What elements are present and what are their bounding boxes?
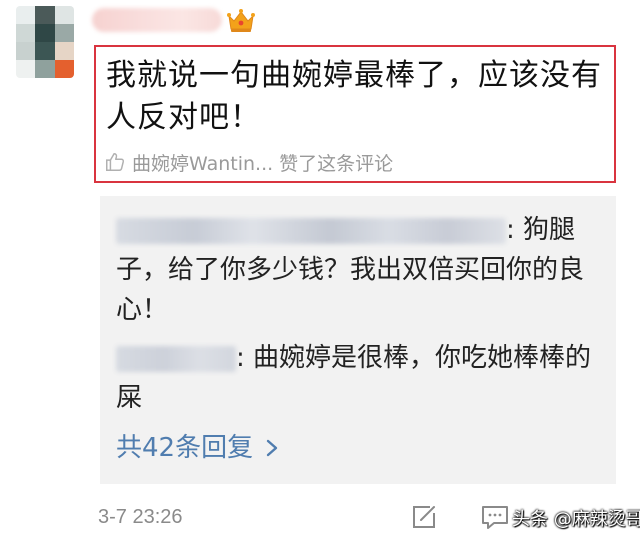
- chevron-right-icon: [266, 439, 278, 457]
- username[interactable]: [92, 8, 222, 32]
- like-text: 曲婉婷Wantin... 赞了这条评论: [132, 152, 394, 175]
- reply-username[interactable]: [116, 345, 236, 372]
- more-replies-label: 共42条回复: [116, 433, 254, 463]
- comment-icon[interactable]: [480, 503, 510, 531]
- like-row[interactable]: 曲婉婷Wantin... 赞了这条评论: [104, 147, 393, 177]
- edit-icon[interactable]: [410, 503, 438, 531]
- comment-text: 我就说一句曲婉婷最棒了，应该没有人反对吧！: [106, 58, 602, 135]
- more-replies-link[interactable]: 共42条回复: [116, 428, 281, 468]
- thumbs-up-icon: [106, 153, 125, 171]
- timestamp: 3-7 23:26: [98, 506, 183, 528]
- highlighted-comment: 我就说一句曲婉婷最棒了，应该没有人反对吧！ 曲婉婷Wantin... 赞了这条评…: [94, 45, 616, 183]
- watermark: 头条 @麻辣烫哥: [512, 509, 640, 530]
- avatar[interactable]: [16, 6, 74, 78]
- replies-panel: : 狗腿子，给了你多少钱？我出双倍买回你的良心！ : 曲婉婷是很棒，你吃她棒棒的…: [100, 196, 616, 484]
- reply-username[interactable]: [116, 217, 506, 244]
- reply-item[interactable]: : 曲婉婷是很棒，你吃她棒棒的屎: [116, 338, 606, 418]
- reply-item[interactable]: : 狗腿子，给了你多少钱？我出双倍买回你的良心！: [116, 210, 606, 330]
- crown-icon: [227, 9, 255, 32]
- comment-screenshot: 我就说一句曲婉婷最棒了，应该没有人反对吧！ 曲婉婷Wantin... 赞了这条评…: [0, 0, 640, 540]
